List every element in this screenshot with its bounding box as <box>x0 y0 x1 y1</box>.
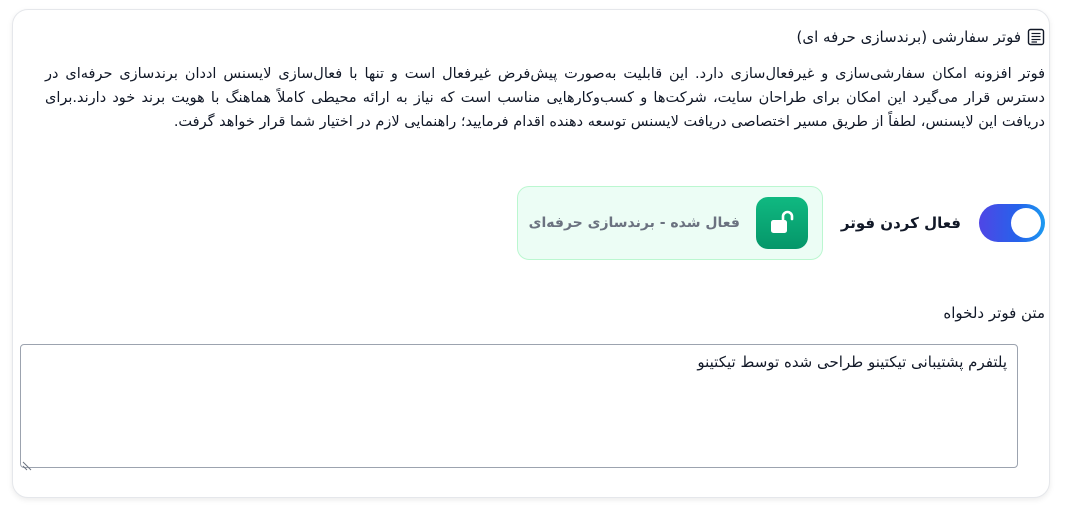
footer-toggle-row: فعال کردن فوتر فعال شده - برندسازی حرفه‌… <box>516 186 1045 260</box>
license-status-box: فعال شده - برندسازی حرفه‌ای <box>516 186 823 260</box>
custom-footer-label: متن فوتر دلخواه <box>943 304 1045 322</box>
section-description: فوتر افزونه امکان سفارشی‌سازی و غیرفعال‌… <box>45 66 1045 130</box>
license-status-text: فعال شده - برندسازی حرفه‌ای <box>528 215 740 231</box>
section-title: فوتر سفارشی (برندسازی حرفه ای) <box>797 28 1045 46</box>
section-title-text: فوتر سفارشی (برندسازی حرفه ای) <box>796 28 1021 46</box>
unlock-icon <box>755 197 808 249</box>
custom-footer-textarea[interactable]: پلتفرم پشتیبانی تیکتینو طراحی شده توسط ت… <box>20 344 1018 468</box>
resize-grip-icon[interactable] <box>22 456 32 471</box>
enable-footer-switch[interactable] <box>979 204 1045 242</box>
switch-knob <box>1011 208 1041 238</box>
list-document-icon <box>1027 28 1045 46</box>
enable-footer-label: فعال کردن فوتر <box>840 214 961 232</box>
